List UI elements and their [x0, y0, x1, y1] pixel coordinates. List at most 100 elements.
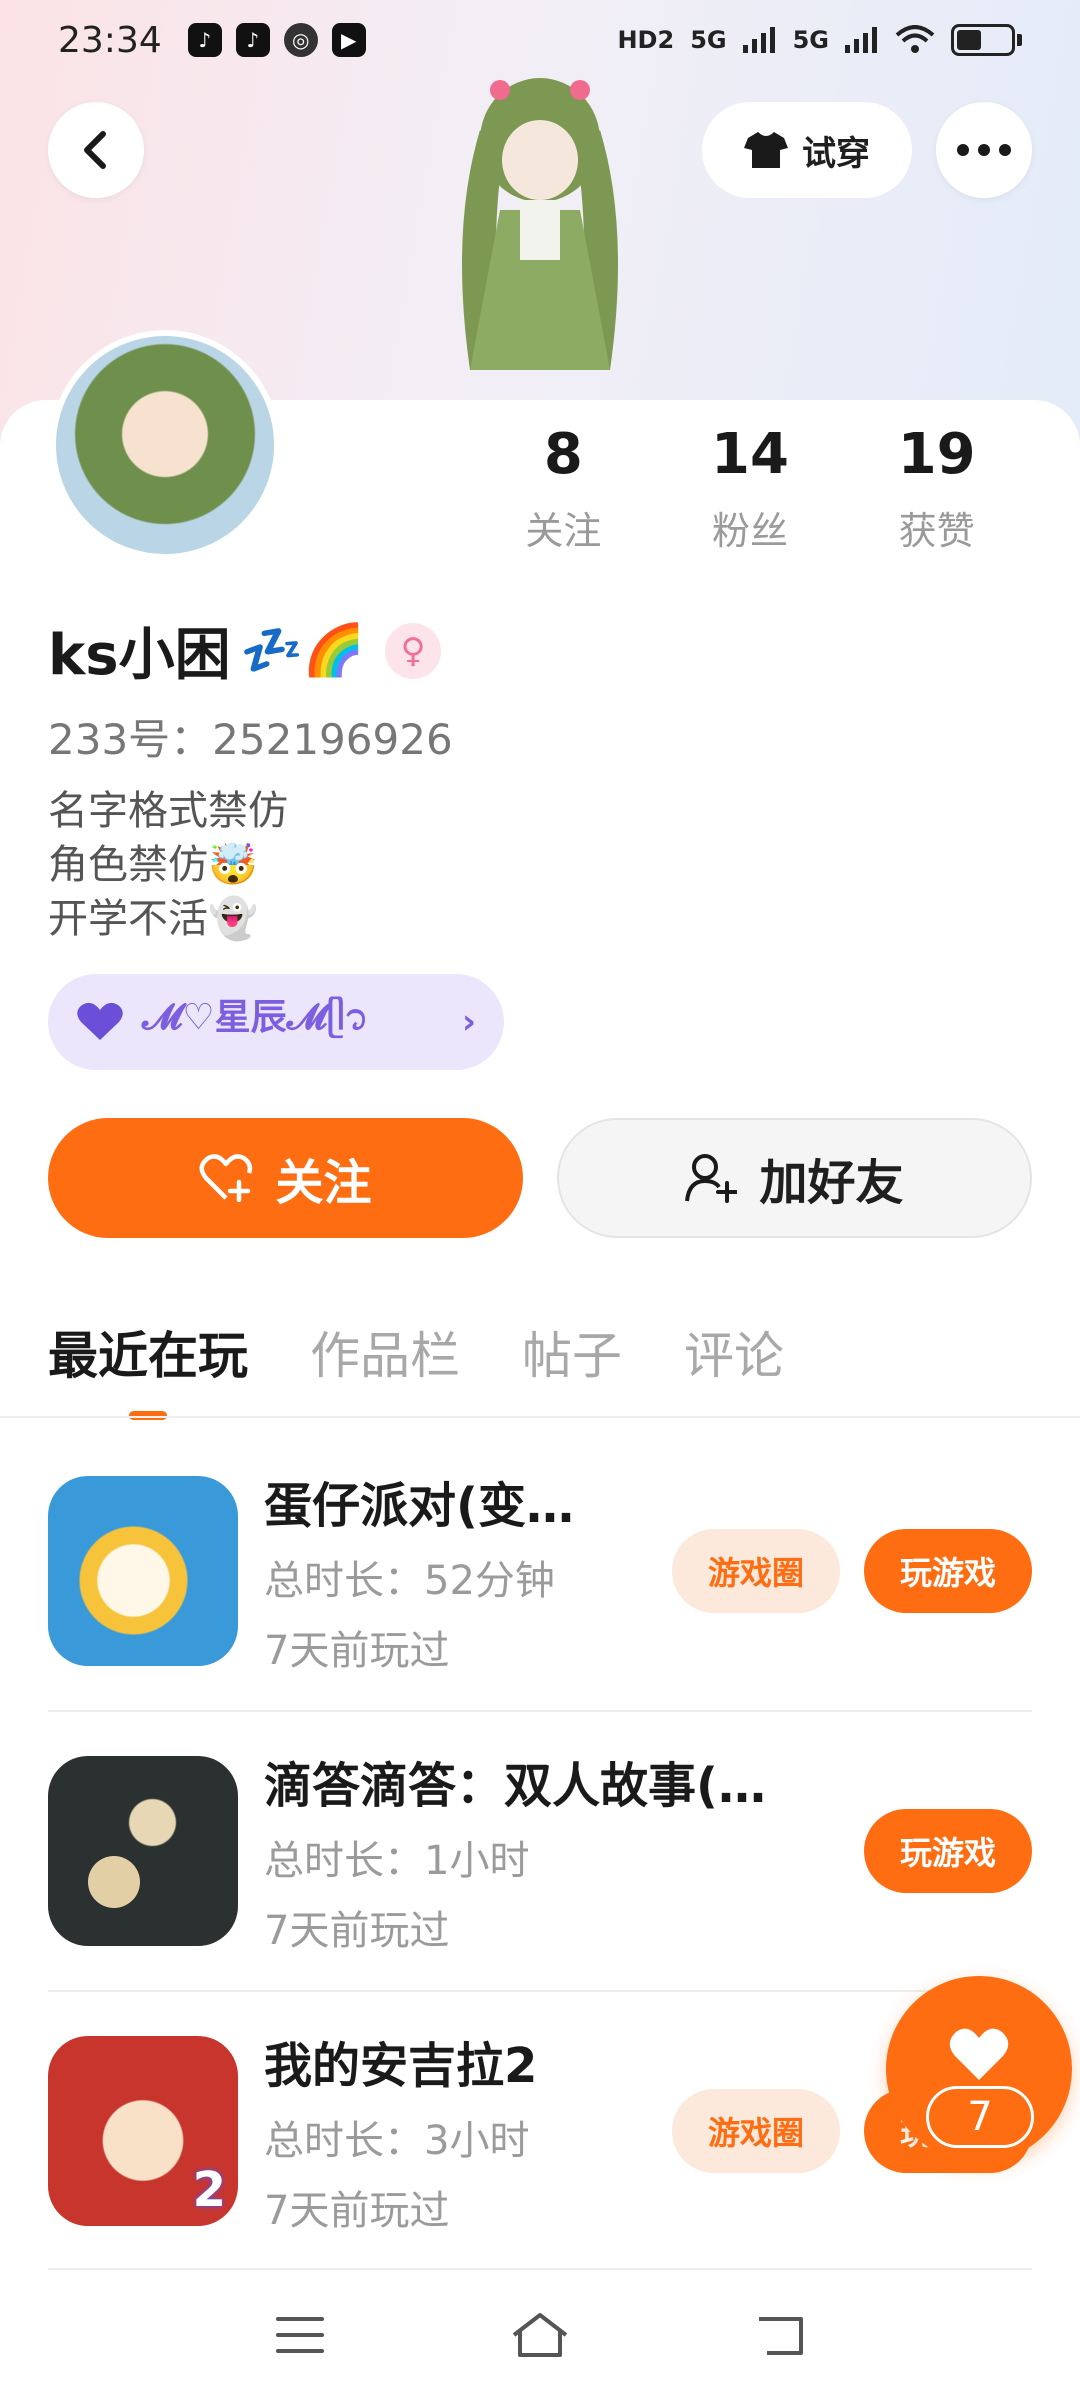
game-last-played: 7天前玩过 [264, 1908, 450, 1954]
system-navigation-bar [0, 2270, 1080, 2400]
game-list-item[interactable]: 2 我的安吉拉2 总时长：3小时 7天前玩过 游戏圈 玩游戏 [48, 1992, 1032, 2270]
game-last-played: 7天前玩过 [264, 2188, 450, 2234]
game-circle-button[interactable]: 游戏圈 [672, 2089, 840, 2173]
profile-stats: 8 关注 14 粉丝 19 获赞 [470, 420, 1030, 555]
profile-actions: 关注 加好友 [48, 1118, 1032, 1238]
stat-value: 14 [711, 422, 789, 487]
stat-likes[interactable]: 19 获赞 [843, 420, 1030, 555]
group-chip[interactable]: 𝓜♡星辰𝓜ᥫ᭡ › [48, 974, 504, 1070]
icon-number-badge: 2 [192, 2162, 226, 2218]
game-list-item[interactable]: 蛋仔派对(变… 总时长：52分钟 7天前玩过 游戏圈 玩游戏 [48, 1432, 1032, 1710]
hd-label: HD2 [617, 26, 675, 54]
game-duration: 总时长：52分钟 [264, 1558, 555, 1604]
game-last-played: 7天前玩过 [264, 1628, 450, 1674]
add-friend-button[interactable]: 加好友 [557, 1118, 1032, 1238]
bio-line: 名字格式禁仿 [48, 788, 288, 834]
chevron-left-icon [84, 131, 106, 169]
game-circle-button[interactable]: 游戏圈 [672, 1529, 840, 1613]
angela-icon: 2 [48, 2036, 238, 2226]
pocket-watch-icon [48, 1756, 238, 1946]
tiktok-notification-icon: ♪ [187, 23, 222, 57]
tab-posts[interactable]: 帖子 [522, 1316, 622, 1406]
signal-icon [742, 27, 775, 53]
signal-5g-label-2: 5G [792, 26, 829, 54]
tab-label: 帖子 [522, 1327, 622, 1385]
game-buttons: 游戏圈 玩游戏 [672, 1529, 1032, 1613]
tab-comments[interactable]: 评论 [684, 1316, 784, 1406]
game-title: 滴答滴答：双人故事(… [264, 1758, 766, 1814]
user-id[interactable]: 233号：252196926 [48, 706, 453, 767]
stat-following[interactable]: 8 关注 [470, 420, 657, 555]
name-emojis: 💤🌈 [240, 621, 366, 679]
back-icon [759, 2317, 803, 2355]
battery-tip [1017, 34, 1022, 46]
profile-tabs: 最近在玩 作品栏 帖子 评论 [48, 1316, 784, 1420]
play-notification-icon: ▶ [331, 23, 366, 57]
try-on-label: 试穿 [802, 133, 870, 174]
tabs-divider [0, 1416, 1080, 1418]
wifi-icon [895, 25, 935, 53]
game-title: 我的安吉拉2 [264, 2038, 538, 2094]
menu-nav-button[interactable] [260, 2295, 340, 2375]
tab-recently-played[interactable]: 最近在玩 [48, 1316, 248, 1420]
stat-label: 粉丝 [712, 509, 789, 553]
chevron-right-icon: › [461, 1002, 476, 1042]
stat-value: 19 [897, 422, 976, 487]
game-info: 蛋仔派对(变… 总时长：52分钟 7天前玩过 [264, 1466, 672, 1676]
game-list-item[interactable]: 滴答滴答：双人故事(… 总时长：1小时 7天前玩过 玩游戏 [48, 1712, 1032, 1990]
eggy-party-icon [48, 1476, 238, 1666]
status-notification-icons: ♪ ♪ ◎ ▶ [187, 23, 366, 57]
more-options-button[interactable] [936, 102, 1032, 198]
stat-label: 关注 [525, 509, 602, 553]
tshirt-icon [744, 132, 788, 168]
game-duration: 总时长：3小时 [264, 2118, 530, 2164]
app-notification-icon: ◎ [283, 23, 318, 57]
signal-icon-2 [845, 27, 877, 53]
bio-line: 开学不活👻 [48, 896, 258, 942]
game-title: 蛋仔派对(变… [264, 1478, 574, 1534]
follow-button[interactable]: 关注 [48, 1118, 523, 1238]
play-game-button[interactable]: 玩游戏 [864, 1809, 1032, 1893]
tab-label: 最近在玩 [48, 1327, 248, 1385]
more-dots-icon [957, 144, 1011, 156]
signal-5g-label: 5G [690, 26, 727, 54]
game-info: 滴答滴答：双人故事(… 总时长：1小时 7天前玩过 [264, 1746, 864, 1956]
avatar-character-figure [462, 78, 618, 370]
tab-label: 作品栏 [310, 1327, 460, 1385]
game-duration: 总时长：1小时 [264, 1838, 530, 1884]
group-chip-label: 𝓜♡星辰𝓜ᥫ᭡ [142, 997, 369, 1038]
avatar[interactable] [50, 330, 280, 560]
profile-name: ks小困 [48, 623, 231, 688]
like-count: 7 [926, 2086, 1034, 2148]
profile-bio: 名字格式禁仿 角色禁仿🤯 开学不活👻 [48, 784, 288, 946]
female-gender-icon: ♀ [385, 622, 442, 679]
profile-name-row: ks小困 💤🌈 ♀ [48, 610, 442, 691]
heart-icon [949, 2028, 1009, 2080]
game-info: 我的安吉拉2 总时长：3小时 7天前玩过 [264, 2026, 672, 2236]
heart-icon [77, 1002, 123, 1040]
status-time: 23:34 [58, 19, 162, 61]
stat-followers[interactable]: 14 粉丝 [657, 420, 844, 555]
game-buttons: 玩游戏 [864, 1809, 1032, 1893]
status-bar: 23:34 ♪ ♪ ◎ ▶ HD2 5G 5G [0, 0, 1080, 80]
stat-label: 获赞 [898, 509, 975, 553]
back-button[interactable] [48, 102, 144, 198]
tab-works[interactable]: 作品栏 [310, 1316, 460, 1406]
bio-line: 角色禁仿🤯 [48, 842, 258, 888]
floating-like-button[interactable]: 7 [886, 1976, 1072, 2162]
try-on-button[interactable]: 试穿 [702, 102, 912, 198]
stat-value: 8 [543, 422, 583, 487]
tiktok-notification-icon: ♪ [235, 23, 270, 57]
follow-label: 关注 [275, 1155, 372, 1211]
status-indicators: HD2 5G 5G [617, 24, 1022, 56]
menu-icon [276, 2317, 324, 2353]
home-nav-button[interactable] [500, 2295, 580, 2375]
play-game-button[interactable]: 玩游戏 [864, 1529, 1032, 1613]
add-friend-label: 加好友 [759, 1155, 904, 1211]
home-icon [512, 2313, 568, 2357]
tab-label: 评论 [684, 1327, 784, 1385]
add-user-icon [685, 1154, 738, 1203]
battery-icon [951, 24, 1015, 56]
heart-plus-icon [199, 1154, 253, 1202]
back-nav-button[interactable] [740, 2295, 820, 2375]
